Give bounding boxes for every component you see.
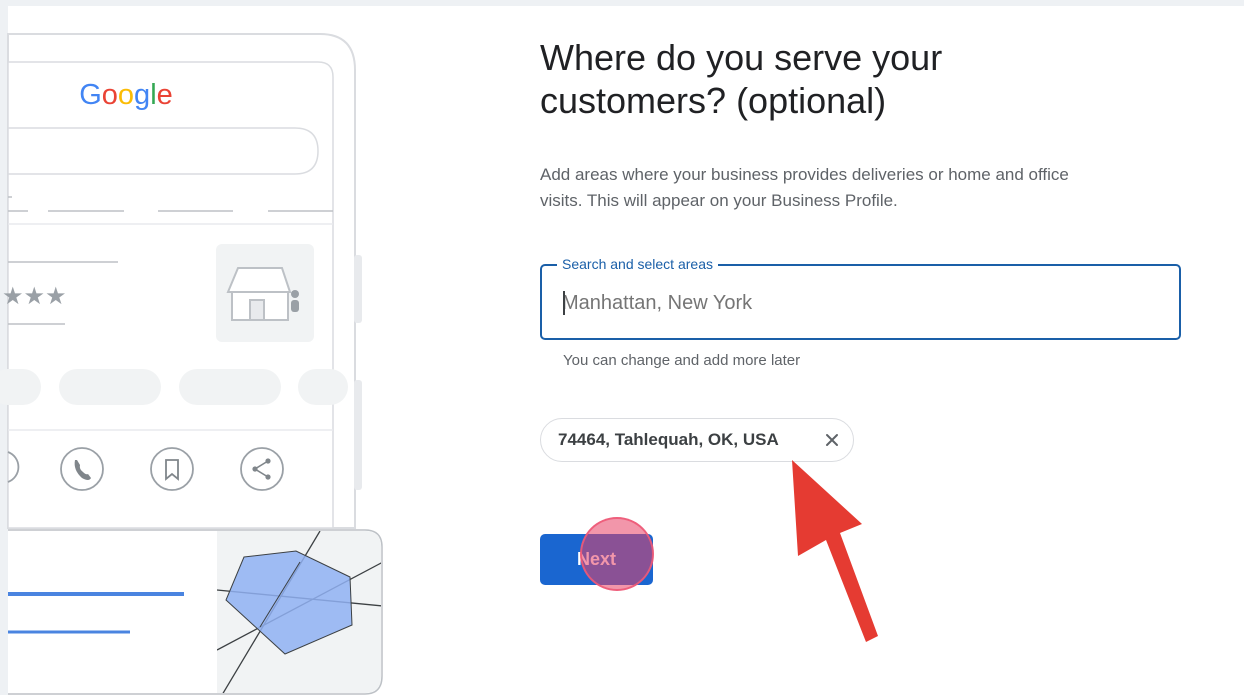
chip-label: 74464, Tahlequah, OK, USA [558,430,779,449]
next-button[interactable]: Next [540,534,653,585]
helper-text: You can change and add more later [563,352,801,369]
description-line-1: Add areas where your business provides d… [540,165,1069,184]
page-description: Add areas where your business provides d… [540,162,1190,214]
annotation-arrow-icon [792,460,878,642]
description-line-2: visits. This will appear on your Busines… [540,191,898,210]
search-areas-input[interactable] [562,288,1142,318]
selected-area-chip[interactable]: 74464, Tahlequah, OK, USA [540,418,854,462]
business-profile-illustration: Google ★★★ [0,33,383,695]
page-title: Where do you serve your customers? (opti… [540,36,1180,122]
illustration-rating-stars: ★★★ [2,282,67,310]
search-areas-label: Search and select areas [557,255,718,273]
page-title-line-1: Where do you serve your [540,37,943,78]
close-icon[interactable] [821,429,843,451]
search-areas-field[interactable]: Search and select areas [540,255,1181,340]
phone-side-button [354,380,362,490]
google-logo: Google [79,79,173,111]
service-area-map [217,531,381,693]
text-caret [563,291,565,315]
page-title-line-2: customers? (optional) [540,80,887,121]
phone-side-button [354,255,362,323]
